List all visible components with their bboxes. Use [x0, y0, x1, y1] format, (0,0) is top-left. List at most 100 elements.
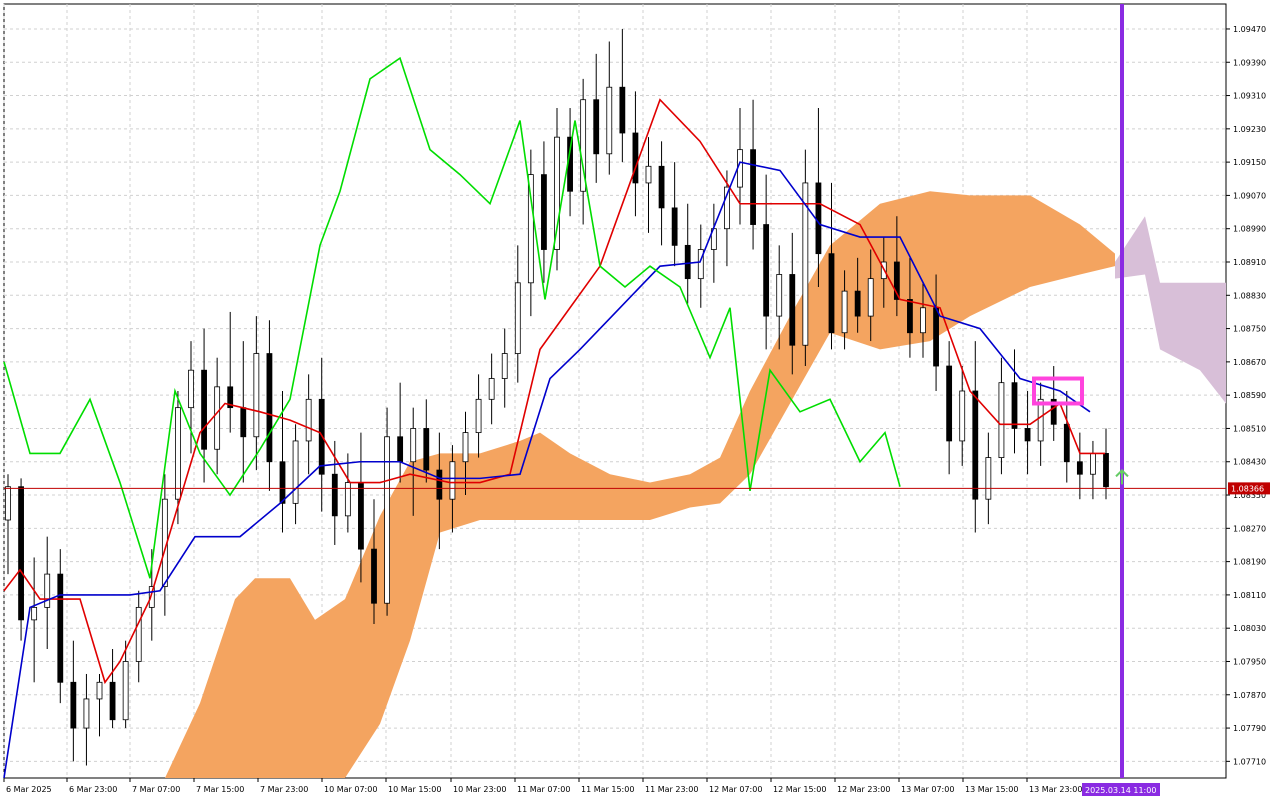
candle [305, 374, 312, 475]
candle [645, 137, 652, 233]
candle-body-bear [1076, 461, 1083, 475]
candle [57, 549, 64, 704]
grid [3, 3, 1227, 779]
candlestick-series [5, 28, 1109, 766]
candle-body-bear [201, 369, 207, 450]
candle [998, 357, 1005, 475]
x-tick-label: 10 Mar 15:00 [388, 785, 441, 794]
candle-body-bear [854, 290, 861, 317]
candle-body-bear [815, 182, 822, 255]
candle [684, 203, 691, 304]
y-tick-label: 1.08830 [1233, 291, 1266, 300]
candle [109, 649, 116, 729]
candle-body-bull [998, 382, 1005, 458]
candle [554, 108, 560, 271]
candle-body-bull [135, 606, 142, 662]
candle-body-bull [985, 457, 992, 500]
candle-body-bear [619, 86, 626, 134]
candle-body-bull [449, 461, 456, 500]
ichimoku-cloud-bearish [1115, 216, 1226, 404]
y-tick-label: 1.08430 [1233, 458, 1266, 467]
candle [31, 557, 38, 683]
y-tick-label: 1.08670 [1233, 358, 1266, 367]
candle-body-bear [658, 165, 665, 209]
y-tick-label: 1.07870 [1233, 691, 1266, 700]
candle-body-bull [96, 681, 103, 700]
y-tick-label: 1.07710 [1233, 757, 1266, 766]
y-tick-label: 1.07790 [1233, 724, 1266, 733]
candle [632, 91, 639, 217]
candle-body-bull [462, 432, 469, 463]
chart-root: 1.09470 1.09390 1.09310 1.09230 1.09150 1.090… [0, 0, 1280, 800]
x-tick-label: 11 Mar 15:00 [581, 785, 634, 794]
y-tick-label: 1.08190 [1233, 558, 1266, 567]
candle-body-bear [1103, 453, 1109, 488]
candle [710, 203, 717, 283]
x-tick-label: 7 Mar 07:00 [132, 785, 180, 794]
candle-body-bull [959, 390, 966, 442]
candle-body-bull [475, 398, 482, 434]
candle [227, 311, 234, 433]
candle [815, 108, 822, 287]
candle-body-bear [632, 132, 639, 184]
candle [959, 366, 966, 466]
candle-body-bear [593, 99, 600, 155]
candle-body-bear [1011, 382, 1018, 429]
y-tick-label: 1.08030 [1233, 624, 1266, 633]
x-tick-label: 12 Mar 23:00 [837, 785, 890, 794]
candle [135, 590, 142, 683]
x-tick-label: 12 Mar 15:00 [773, 785, 826, 794]
candle [527, 149, 534, 317]
candle-body-bull [606, 86, 613, 155]
candle-body-bear [371, 548, 377, 604]
candle [5, 474, 11, 575]
candle-body-bull [488, 378, 495, 400]
y-tick-label: 1.09310 [1233, 92, 1266, 101]
candle-body-bear [266, 353, 273, 463]
x-tick-label: 12 Mar 07:00 [709, 785, 762, 794]
candle-body-bull [410, 428, 417, 463]
candle-body-bull [501, 353, 508, 379]
candle-body-bull [292, 440, 299, 504]
y-tick-label: 1.08750 [1233, 325, 1266, 334]
candle [475, 374, 482, 458]
candle-body-bear [972, 390, 979, 500]
candle [985, 432, 992, 525]
candle-body-bear [541, 174, 547, 250]
candle-body-bull [645, 165, 652, 184]
candle-body-bear [109, 681, 116, 721]
candle-body-bear [684, 244, 691, 280]
y-tick-label: 1.09390 [1233, 58, 1266, 67]
candle-body-bear [18, 486, 24, 621]
candle-body-bear [240, 407, 247, 438]
x-tick-label: 10 Mar 23:00 [453, 785, 506, 794]
x-tick-label: 6 Mar 2025 [6, 785, 52, 794]
candle [828, 182, 835, 350]
x-tick-label: 13 Mar 23:00 [1029, 785, 1082, 794]
candle-body-bear [57, 573, 64, 683]
candle-body-bull [214, 386, 221, 450]
candle-body-bear [828, 253, 835, 334]
candle [1011, 349, 1018, 454]
candle-body-bull [122, 661, 129, 721]
candle-body-bull [31, 606, 38, 621]
candle [501, 328, 508, 408]
candle-body-bull [514, 282, 521, 354]
candle [96, 673, 103, 737]
x-tick-label: 7 Mar 15:00 [196, 785, 244, 794]
candle [671, 162, 678, 267]
candle [70, 640, 77, 762]
candle [384, 407, 390, 616]
current-time-label: 2025.03.14 11:00 [1085, 786, 1156, 795]
candle-body-bull [867, 278, 874, 317]
candle [1076, 432, 1083, 500]
candle-body-bear [331, 473, 338, 517]
y-tick-label: 1.08590 [1233, 391, 1266, 400]
y-tick-label: 1.07950 [1233, 657, 1266, 666]
candle-body-bull [841, 290, 848, 334]
y-tick-label: 1.08110 [1233, 591, 1266, 600]
chart-canvas: 1.09470 1.09390 1.09310 1.09230 1.09150 1.090… [3, 3, 1270, 796]
candle-body-bull [776, 274, 783, 317]
candle-body-bear [763, 224, 770, 317]
candle [292, 424, 299, 525]
